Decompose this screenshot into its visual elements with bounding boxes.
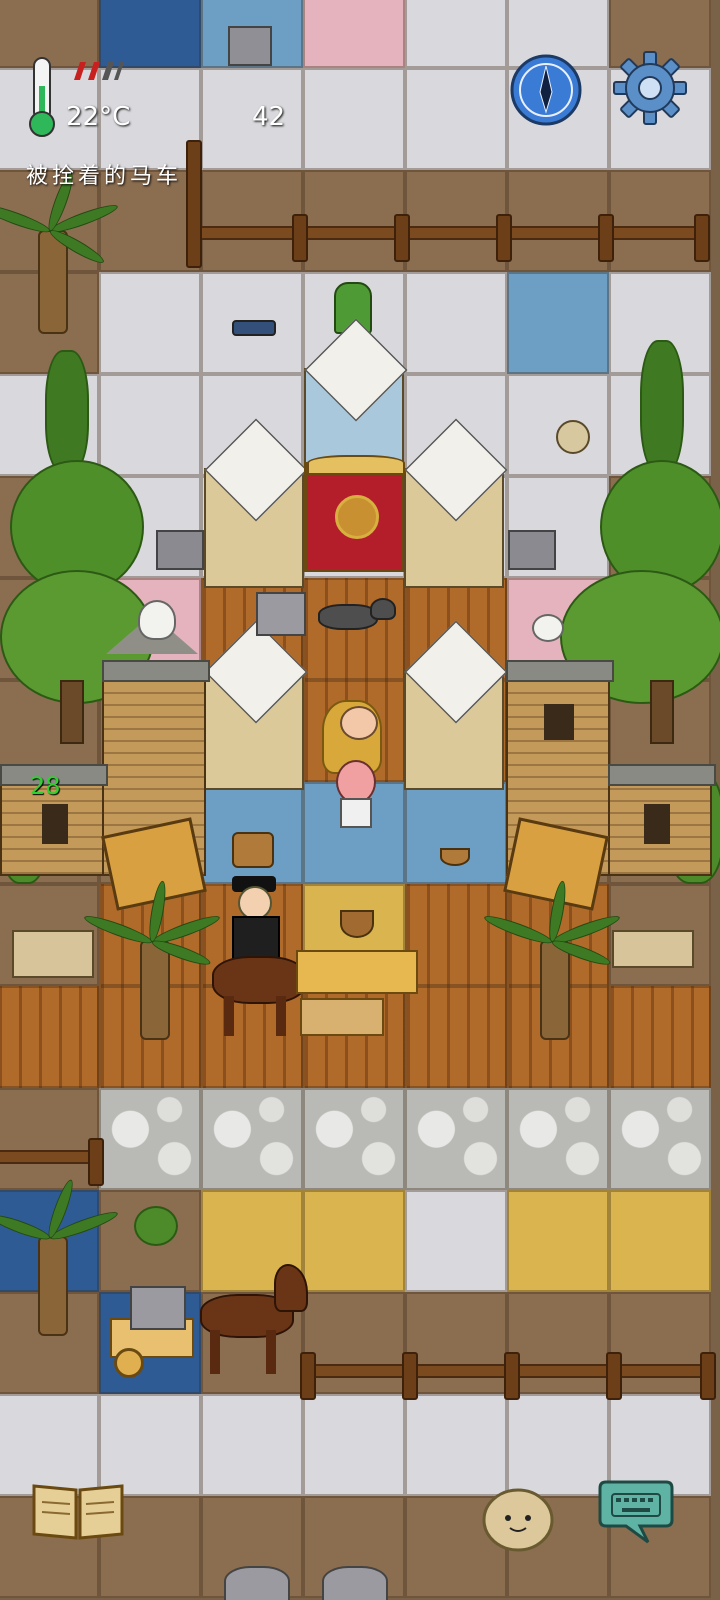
location-label: 被拴着的马车 xyxy=(26,164,183,189)
stone-block xyxy=(508,530,556,570)
fence-top xyxy=(190,226,710,240)
ground-tile xyxy=(99,0,201,68)
fox[interactable] xyxy=(318,598,398,638)
fence-left xyxy=(0,1150,100,1164)
ground-tile xyxy=(303,68,405,170)
ground-tile xyxy=(303,1394,405,1496)
hanging-basket[interactable] xyxy=(340,910,374,938)
ground-tile xyxy=(201,1088,303,1190)
hitched-horse-cart[interactable] xyxy=(110,1264,320,1384)
ground-tile xyxy=(507,1088,609,1190)
ground-tile xyxy=(405,0,507,68)
ground-tile xyxy=(405,68,507,170)
gear-icon[interactable] xyxy=(610,48,690,128)
hut xyxy=(608,764,716,876)
dropped-item[interactable] xyxy=(232,320,276,336)
health-bar xyxy=(68,60,124,82)
face-icon[interactable] xyxy=(480,1484,556,1554)
stone-pile xyxy=(224,1566,290,1600)
fence-post xyxy=(88,1138,104,1186)
small-animal[interactable] xyxy=(556,420,590,454)
snow-block xyxy=(404,620,508,790)
player-character[interactable] xyxy=(322,700,382,840)
fence-post xyxy=(186,140,202,268)
fence-post xyxy=(402,1352,418,1400)
bench[interactable] xyxy=(12,930,94,978)
shrub xyxy=(134,1206,178,1246)
goose[interactable] xyxy=(138,600,176,640)
basket[interactable] xyxy=(232,832,274,868)
stone-block xyxy=(256,592,306,636)
fence-post xyxy=(694,214,710,262)
keyboard-chat-icon[interactable] xyxy=(596,1476,676,1546)
ground-tile xyxy=(405,782,507,884)
snow-block xyxy=(404,418,508,588)
palm-tree xyxy=(0,170,130,340)
palm-tree xyxy=(482,879,630,1040)
goose[interactable] xyxy=(532,614,564,642)
wooden-table[interactable] xyxy=(296,950,418,994)
fence-post xyxy=(496,214,512,262)
ground-tile xyxy=(405,272,507,374)
ground-tile xyxy=(303,1088,405,1190)
compass-icon[interactable] xyxy=(508,52,584,128)
ground-tile xyxy=(507,1190,609,1292)
ground-tile xyxy=(99,1088,201,1190)
ornate-door[interactable] xyxy=(304,455,405,572)
ground-tile xyxy=(303,0,405,68)
bowl[interactable] xyxy=(440,848,470,866)
ground-tile xyxy=(405,1394,507,1496)
ground-tile xyxy=(405,1190,507,1292)
temperature-readout: 22°C xyxy=(66,102,131,132)
plate-stack xyxy=(228,26,272,66)
fence-post xyxy=(504,1352,520,1400)
food-counter: 42 xyxy=(252,102,286,132)
ground-tile xyxy=(405,1292,507,1394)
snow-block xyxy=(204,418,308,588)
ground-tile xyxy=(201,1394,303,1496)
fence-post xyxy=(606,1352,622,1400)
ground-tile xyxy=(609,1190,711,1292)
palm-tree xyxy=(82,879,230,1040)
ground-tile xyxy=(303,170,405,272)
ground-tile xyxy=(0,1088,99,1190)
palm-tree xyxy=(0,1177,130,1336)
ground-tile xyxy=(201,170,303,272)
ground-tile xyxy=(405,1088,507,1190)
fence-post xyxy=(598,214,614,262)
thermometer-icon xyxy=(26,56,58,140)
ground-tile xyxy=(609,1292,711,1394)
fence-post xyxy=(700,1352,716,1400)
fence-post xyxy=(394,214,410,262)
book-icon[interactable] xyxy=(30,1478,126,1542)
green-counter: 28 xyxy=(30,772,61,800)
fence-post xyxy=(292,214,308,262)
ground-tile xyxy=(0,986,99,1088)
snow-block xyxy=(204,620,308,790)
wooden-cart[interactable] xyxy=(300,998,384,1036)
ground-tile xyxy=(609,1088,711,1190)
stone-block xyxy=(156,530,204,570)
stone-pile xyxy=(322,1566,388,1600)
ground-tile xyxy=(507,1394,609,1496)
game-world[interactable]: 22°C 42 被拴着的马车 28 xyxy=(0,0,720,1600)
ground-tile xyxy=(507,1292,609,1394)
ground-tile xyxy=(507,170,609,272)
ground-tile xyxy=(405,170,507,272)
